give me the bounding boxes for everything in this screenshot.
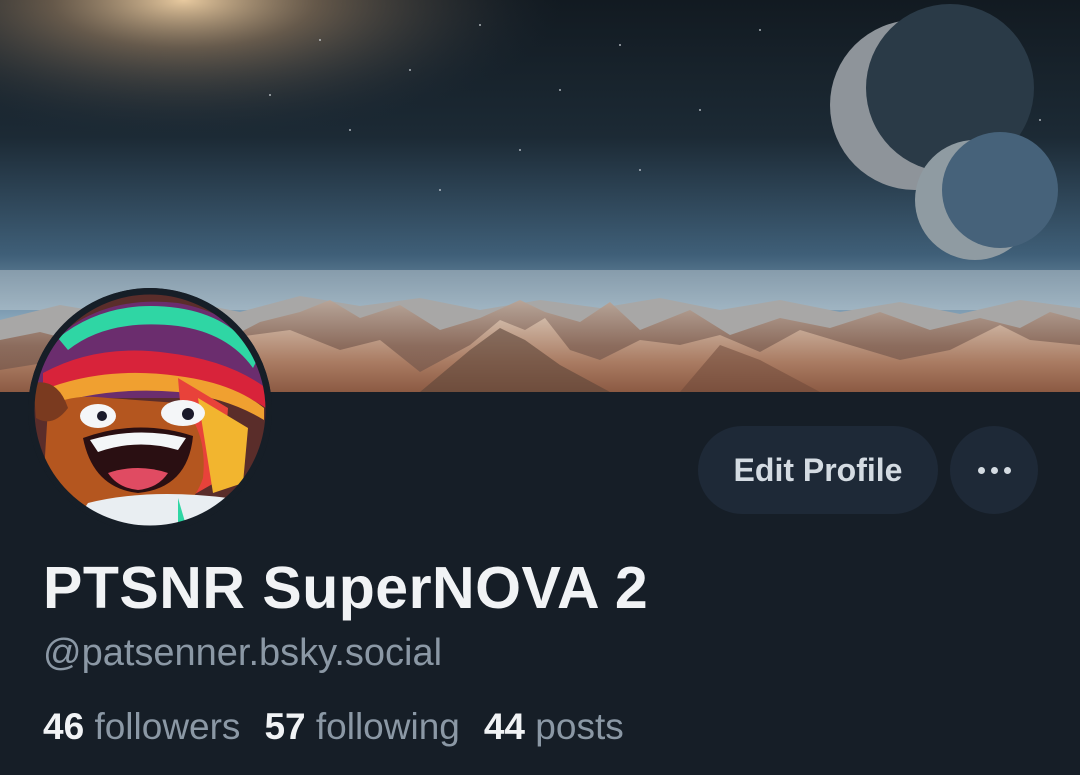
- posts-count: 44: [483, 706, 536, 747]
- posts-label: posts: [535, 706, 624, 747]
- posts-stat[interactable]: 44 posts: [484, 706, 624, 748]
- profile-stats: 46 followers 57 following 44 posts: [43, 706, 648, 748]
- more-options-button[interactable]: [950, 426, 1038, 514]
- avatar[interactable]: [28, 288, 272, 532]
- edit-profile-label: Edit Profile: [733, 451, 903, 488]
- display-name: PTSNR SuperNOVA 2: [43, 555, 649, 621]
- edit-profile-button[interactable]: Edit Profile: [698, 426, 938, 514]
- followers-count: 46: [43, 706, 95, 747]
- following-stat[interactable]: 57 following: [264, 706, 459, 748]
- followers-label: followers: [94, 706, 241, 747]
- cartoon-character-avatar: [28, 288, 272, 532]
- following-label: following: [315, 706, 460, 747]
- profile-handle: @patsenner.bsky.social: [43, 632, 443, 674]
- ellipsis-icon: [975, 466, 1014, 474]
- following-count: 57: [264, 706, 316, 747]
- followers-stat[interactable]: 46 followers: [43, 706, 240, 748]
- profile-page: Edit Profile PTSNR SuperNOVA 2 @patsenne…: [0, 0, 1080, 775]
